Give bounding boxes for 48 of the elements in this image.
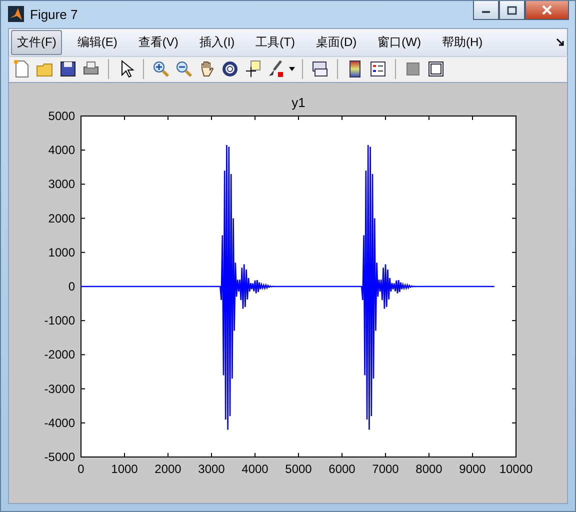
y-tick-label: 5000 [48,108,75,123]
chart-title: y1 [292,94,306,110]
zoom-in-icon[interactable] [151,59,171,80]
x-tick-label: 8000 [416,462,442,476]
y-tick-label: -5000 [44,450,75,464]
menu-item[interactable]: 插入(I) [193,30,241,55]
window-icon[interactable] [426,59,446,80]
zoom-out-icon[interactable] [174,59,194,80]
rotate-icon[interactable] [220,59,240,80]
close-button[interactable] [525,1,569,20]
y-tick-label: 0 [68,279,75,294]
caret-icon[interactable] [289,67,295,72]
x-tick-label: 6000 [328,462,356,476]
y-tick-label: -4000 [44,416,75,430]
y-tick-label: 1000 [48,245,75,260]
x-tick-label: 5000 [285,462,312,476]
menu-item[interactable]: 帮助(H) [436,30,489,55]
legend-icon[interactable] [368,59,388,80]
y-tick-label: -3000 [44,382,75,396]
menu-item[interactable]: 查看(V) [132,30,184,55]
menu-item[interactable]: 窗口(W) [372,30,427,55]
brush-icon[interactable] [266,59,286,80]
y-tick-label: -2000 [44,348,75,362]
maximize-button[interactable] [499,1,525,20]
x-tick-label: 10000 [499,462,533,476]
y-tick-label: 4000 [48,143,75,158]
link-plot-icon[interactable] [310,59,330,80]
window-title: Figure 7 [30,6,79,22]
data-cursor-icon[interactable] [243,59,263,80]
menu-item[interactable]: 桌面(D) [310,30,363,55]
maximize-icon [507,6,517,14]
x-tick-label: 9000 [459,462,486,476]
dock-arrow-icon[interactable] [556,38,565,47]
y-tick-label: 3000 [48,177,75,192]
x-tick-label: 0 [78,462,84,476]
x-tick-label: 3000 [198,462,225,476]
x-tick-label: 7000 [372,462,399,476]
menu-item[interactable]: 编辑(E) [71,30,124,55]
y-tick-label: 2000 [48,211,75,226]
y-tick-label: -1000 [44,314,75,328]
close-icon [541,5,553,15]
x-tick-label: 2000 [154,462,182,476]
minimize-button[interactable] [473,1,499,20]
menu-item[interactable]: 工具(T) [250,30,301,55]
app-logo-icon [8,6,24,22]
menu-item[interactable]: 文件(F) [11,30,62,55]
x-tick-label: 4000 [242,462,268,476]
x-tick-label: 1000 [111,462,138,476]
